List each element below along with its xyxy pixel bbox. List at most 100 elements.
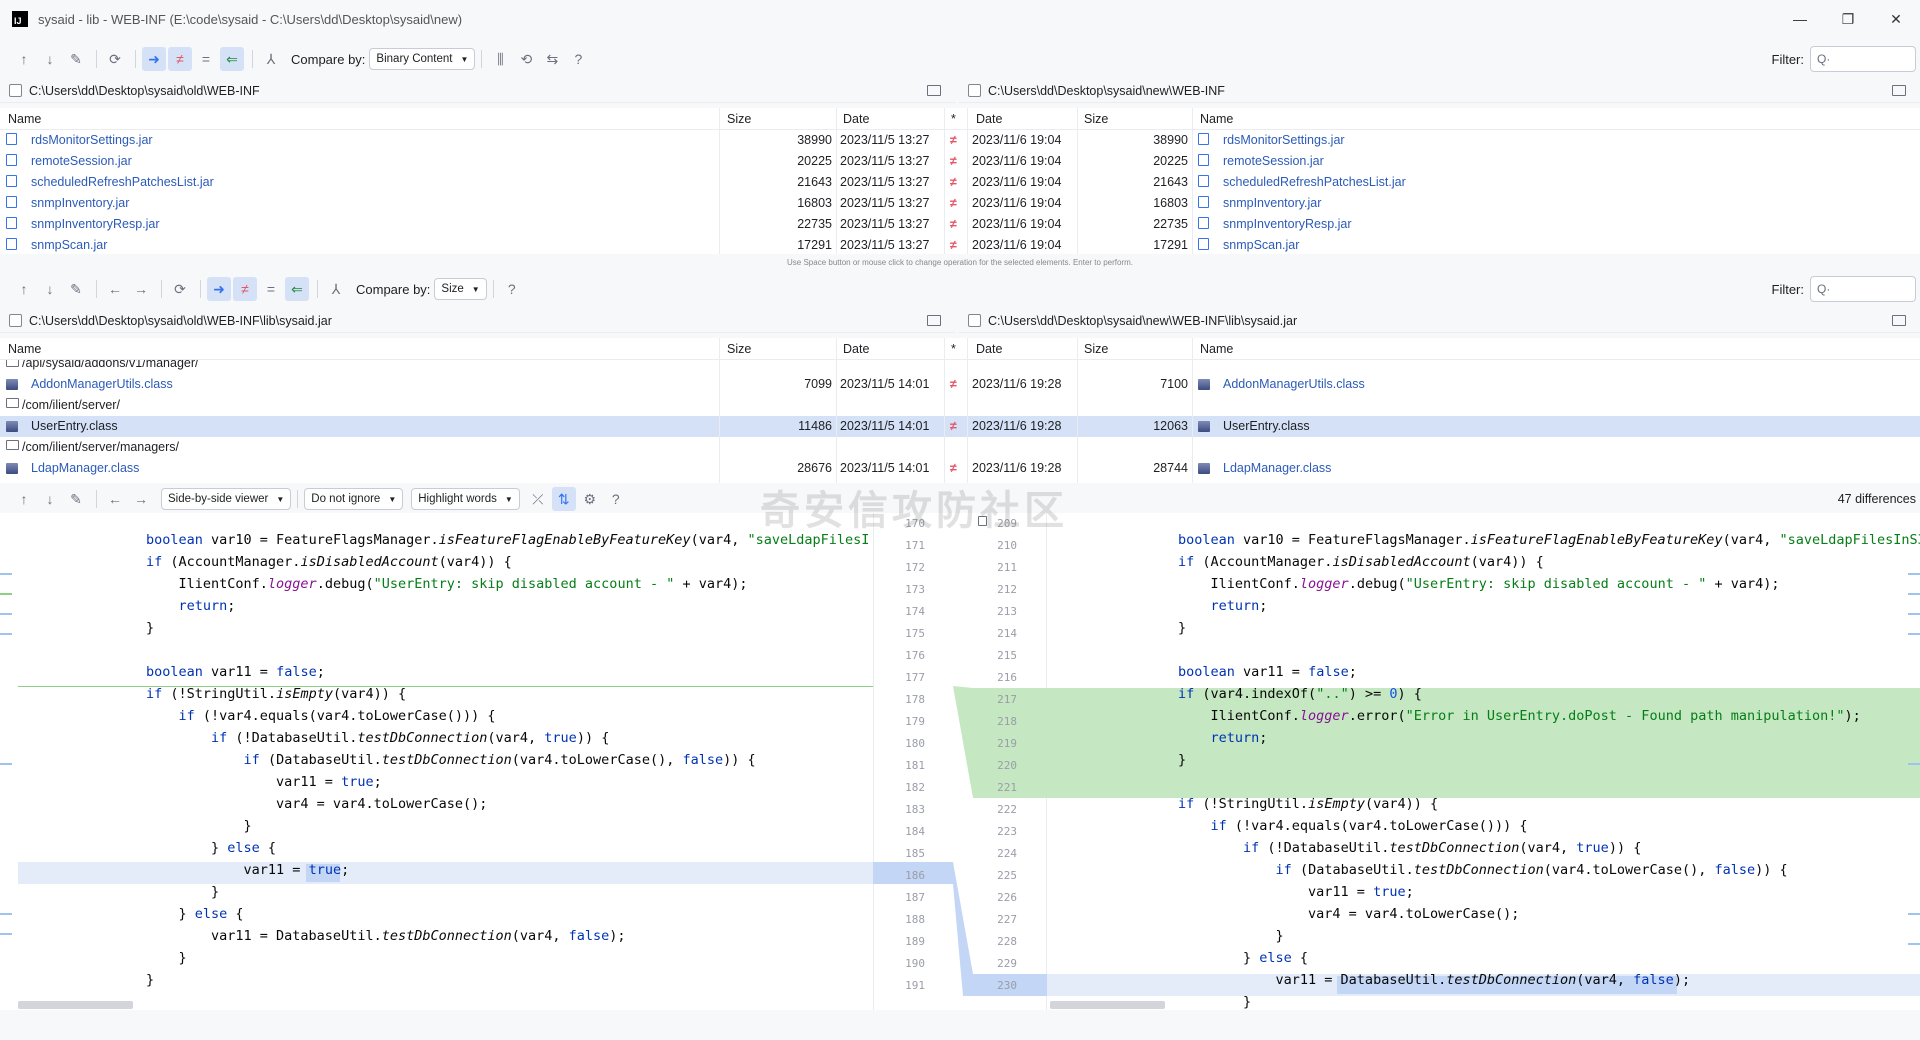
- file-name: LdapManager.class: [31, 461, 140, 475]
- different-icon[interactable]: ≠: [950, 377, 957, 391]
- next-difference-icon[interactable]: ↓: [38, 487, 62, 511]
- col-size-right[interactable]: Size: [1084, 342, 1108, 356]
- filter-input[interactable]: Q·: [1810, 276, 1916, 302]
- different-icon[interactable]: ≠: [950, 154, 957, 168]
- edit-icon[interactable]: ✎: [64, 47, 88, 71]
- refresh-settings-icon[interactable]: ⟲: [514, 47, 538, 71]
- diff-viewer[interactable]: 170 171 172 173 174 175 176 177 178 179 180 181 182 1…: [0, 513, 1920, 1010]
- col-name-right[interactable]: Name: [1200, 342, 1233, 356]
- right-path-checkbox[interactable]: [968, 84, 981, 97]
- change-marker: [0, 933, 12, 935]
- col-size[interactable]: Size: [727, 342, 751, 356]
- show-different-icon[interactable]: ≠: [168, 47, 192, 71]
- table-row[interactable]: scheduledRefreshPatchesList.jar 21643 2023…: [0, 172, 1920, 193]
- viewer-mode-dropdown[interactable]: Side-by-side viewer ▼: [161, 488, 292, 510]
- right-path-checkbox[interactable]: [968, 314, 981, 327]
- left-horizontal-scrollbar[interactable]: [18, 1001, 133, 1009]
- table-row[interactable]: AddonManagerUtils.class 7099 2023/11/5 1…: [0, 374, 1920, 395]
- prev-difference-icon[interactable]: ↑: [12, 487, 36, 511]
- right-path[interactable]: C:\Users\dd\Desktop\sysaid\new\WEB-INF: [988, 84, 1892, 98]
- merge-icon[interactable]: ⅄: [324, 277, 348, 301]
- compare-by-dropdown[interactable]: Size ▼: [434, 278, 487, 300]
- table-row[interactable]: LdapManager.class 28676 2023/11/5 14:01 …: [0, 458, 1920, 479]
- col-operation[interactable]: *: [951, 342, 956, 356]
- col-date[interactable]: Date: [843, 112, 869, 126]
- forward-icon[interactable]: →: [129, 277, 153, 301]
- left-jar-path[interactable]: C:\Users\dd\Desktop\sysaid\old\WEB-INF\l…: [29, 314, 927, 328]
- col-date-right[interactable]: Date: [976, 112, 1002, 126]
- folder-icon[interactable]: [1892, 315, 1906, 326]
- settings-gear-icon[interactable]: ⚙: [578, 487, 602, 511]
- refresh-icon[interactable]: ⟳: [103, 47, 127, 71]
- col-date-right[interactable]: Date: [976, 342, 1002, 356]
- show-equal-icon[interactable]: =: [259, 277, 283, 301]
- table-row[interactable]: snmpScan.jar 17291 2023/11/5 13:27 ≠ 2023/11…: [0, 235, 1920, 256]
- back-icon[interactable]: ←: [103, 277, 127, 301]
- filter-input[interactable]: Q·: [1810, 46, 1916, 72]
- right-jar-path[interactable]: C:\Users\dd\Desktop\sysaid\new\WEB-INF\l…: [988, 314, 1892, 328]
- merge-icon[interactable]: ⅄: [259, 47, 283, 71]
- restore-button[interactable]: ❐: [1824, 0, 1872, 38]
- refresh-icon[interactable]: ⟳: [168, 277, 192, 301]
- help-icon[interactable]: ?: [604, 487, 628, 511]
- back-icon[interactable]: ←: [103, 487, 127, 511]
- synchronize-icon[interactable]: ⫼: [488, 47, 512, 71]
- table-row[interactable]: snmpInventory.jar 16803 2023/11/5 13:27 ≠ 20…: [0, 193, 1920, 214]
- swap-sides-icon[interactable]: ⇆: [540, 47, 564, 71]
- col-size[interactable]: Size: [727, 112, 751, 126]
- help-icon[interactable]: ?: [566, 47, 590, 71]
- folder-icon[interactable]: [1892, 85, 1906, 96]
- different-icon[interactable]: ≠: [950, 217, 957, 231]
- close-button[interactable]: ✕: [1872, 0, 1920, 38]
- left-path-checkbox[interactable]: [9, 84, 22, 97]
- right-horizontal-scrollbar[interactable]: [1050, 1001, 1165, 1009]
- show-new-left-icon[interactable]: ➜: [142, 47, 166, 71]
- forward-icon[interactable]: →: [129, 487, 153, 511]
- table-row[interactable]: remoteSession.jar 20225 2023/11/5 13:27 ≠ 20…: [0, 151, 1920, 172]
- table-row[interactable]: snmpInventoryResp.jar 22735 2023/11/5 13:2…: [0, 214, 1920, 235]
- right-code[interactable]: boolean var10 = FeatureFlagsManager.isFe…: [1178, 513, 1920, 1010]
- different-icon[interactable]: ≠: [950, 238, 957, 252]
- different-icon[interactable]: ≠: [950, 175, 957, 189]
- different-icon[interactable]: ≠: [950, 196, 957, 210]
- table-row-selected[interactable]: UserEntry.class 11486 2023/11/5 14:01 ≠ …: [0, 416, 1920, 437]
- prev-difference-icon[interactable]: ↑: [12, 47, 36, 71]
- show-equal-icon[interactable]: =: [194, 47, 218, 71]
- folder-row[interactable]: /com/ilient/server/managers/: [0, 437, 1920, 458]
- minimize-button[interactable]: —: [1776, 0, 1824, 38]
- help-icon[interactable]: ?: [500, 277, 524, 301]
- table-row[interactable]: rdsMonitorSettings.jar 38990 2023/11/5 13:…: [0, 130, 1920, 151]
- prev-difference-icon[interactable]: ↑: [12, 277, 36, 301]
- different-icon[interactable]: ≠: [950, 133, 957, 147]
- folder-icon[interactable]: [927, 85, 941, 96]
- edit-icon[interactable]: ✎: [64, 277, 88, 301]
- file-date: 2023/11/5 13:27: [840, 217, 930, 231]
- col-name[interactable]: Name: [8, 112, 41, 126]
- collapse-icon[interactable]: ⤫: [526, 487, 550, 511]
- next-difference-icon[interactable]: ↓: [38, 277, 62, 301]
- file-date: 2023/11/5 13:27: [840, 175, 930, 189]
- different-icon[interactable]: ≠: [950, 419, 957, 433]
- col-name[interactable]: Name: [8, 342, 41, 356]
- col-size-right[interactable]: Size: [1084, 112, 1108, 126]
- folder-row[interactable]: /api/sysaid/addons/v1/manager/: [0, 360, 1920, 374]
- left-path[interactable]: C:\Users\dd\Desktop\sysaid\old\WEB-INF: [29, 84, 927, 98]
- compare-by-dropdown[interactable]: Binary Content ▼: [369, 48, 476, 70]
- col-operation[interactable]: *: [951, 112, 956, 126]
- ignore-dropdown[interactable]: Do not ignore ▼: [304, 488, 404, 510]
- folder-row[interactable]: /com/ilient/server/: [0, 395, 1920, 416]
- show-new-right-icon[interactable]: ⇐: [220, 47, 244, 71]
- folder-icon[interactable]: [927, 315, 941, 326]
- edit-icon[interactable]: ✎: [64, 487, 88, 511]
- left-code[interactable]: boolean var10 = FeatureFlagsManager.isFe…: [146, 513, 870, 1010]
- col-date[interactable]: Date: [843, 342, 869, 356]
- next-difference-icon[interactable]: ↓: [38, 47, 62, 71]
- show-new-left-icon[interactable]: ➜: [207, 277, 231, 301]
- different-icon[interactable]: ≠: [950, 461, 957, 475]
- show-different-icon[interactable]: ≠: [233, 277, 257, 301]
- sync-scroll-icon[interactable]: ⇅: [551, 487, 576, 511]
- left-path-checkbox[interactable]: [9, 314, 22, 327]
- highlight-dropdown[interactable]: Highlight words ▼: [411, 488, 520, 510]
- show-new-right-icon[interactable]: ⇐: [285, 277, 309, 301]
- col-name-right[interactable]: Name: [1200, 112, 1233, 126]
